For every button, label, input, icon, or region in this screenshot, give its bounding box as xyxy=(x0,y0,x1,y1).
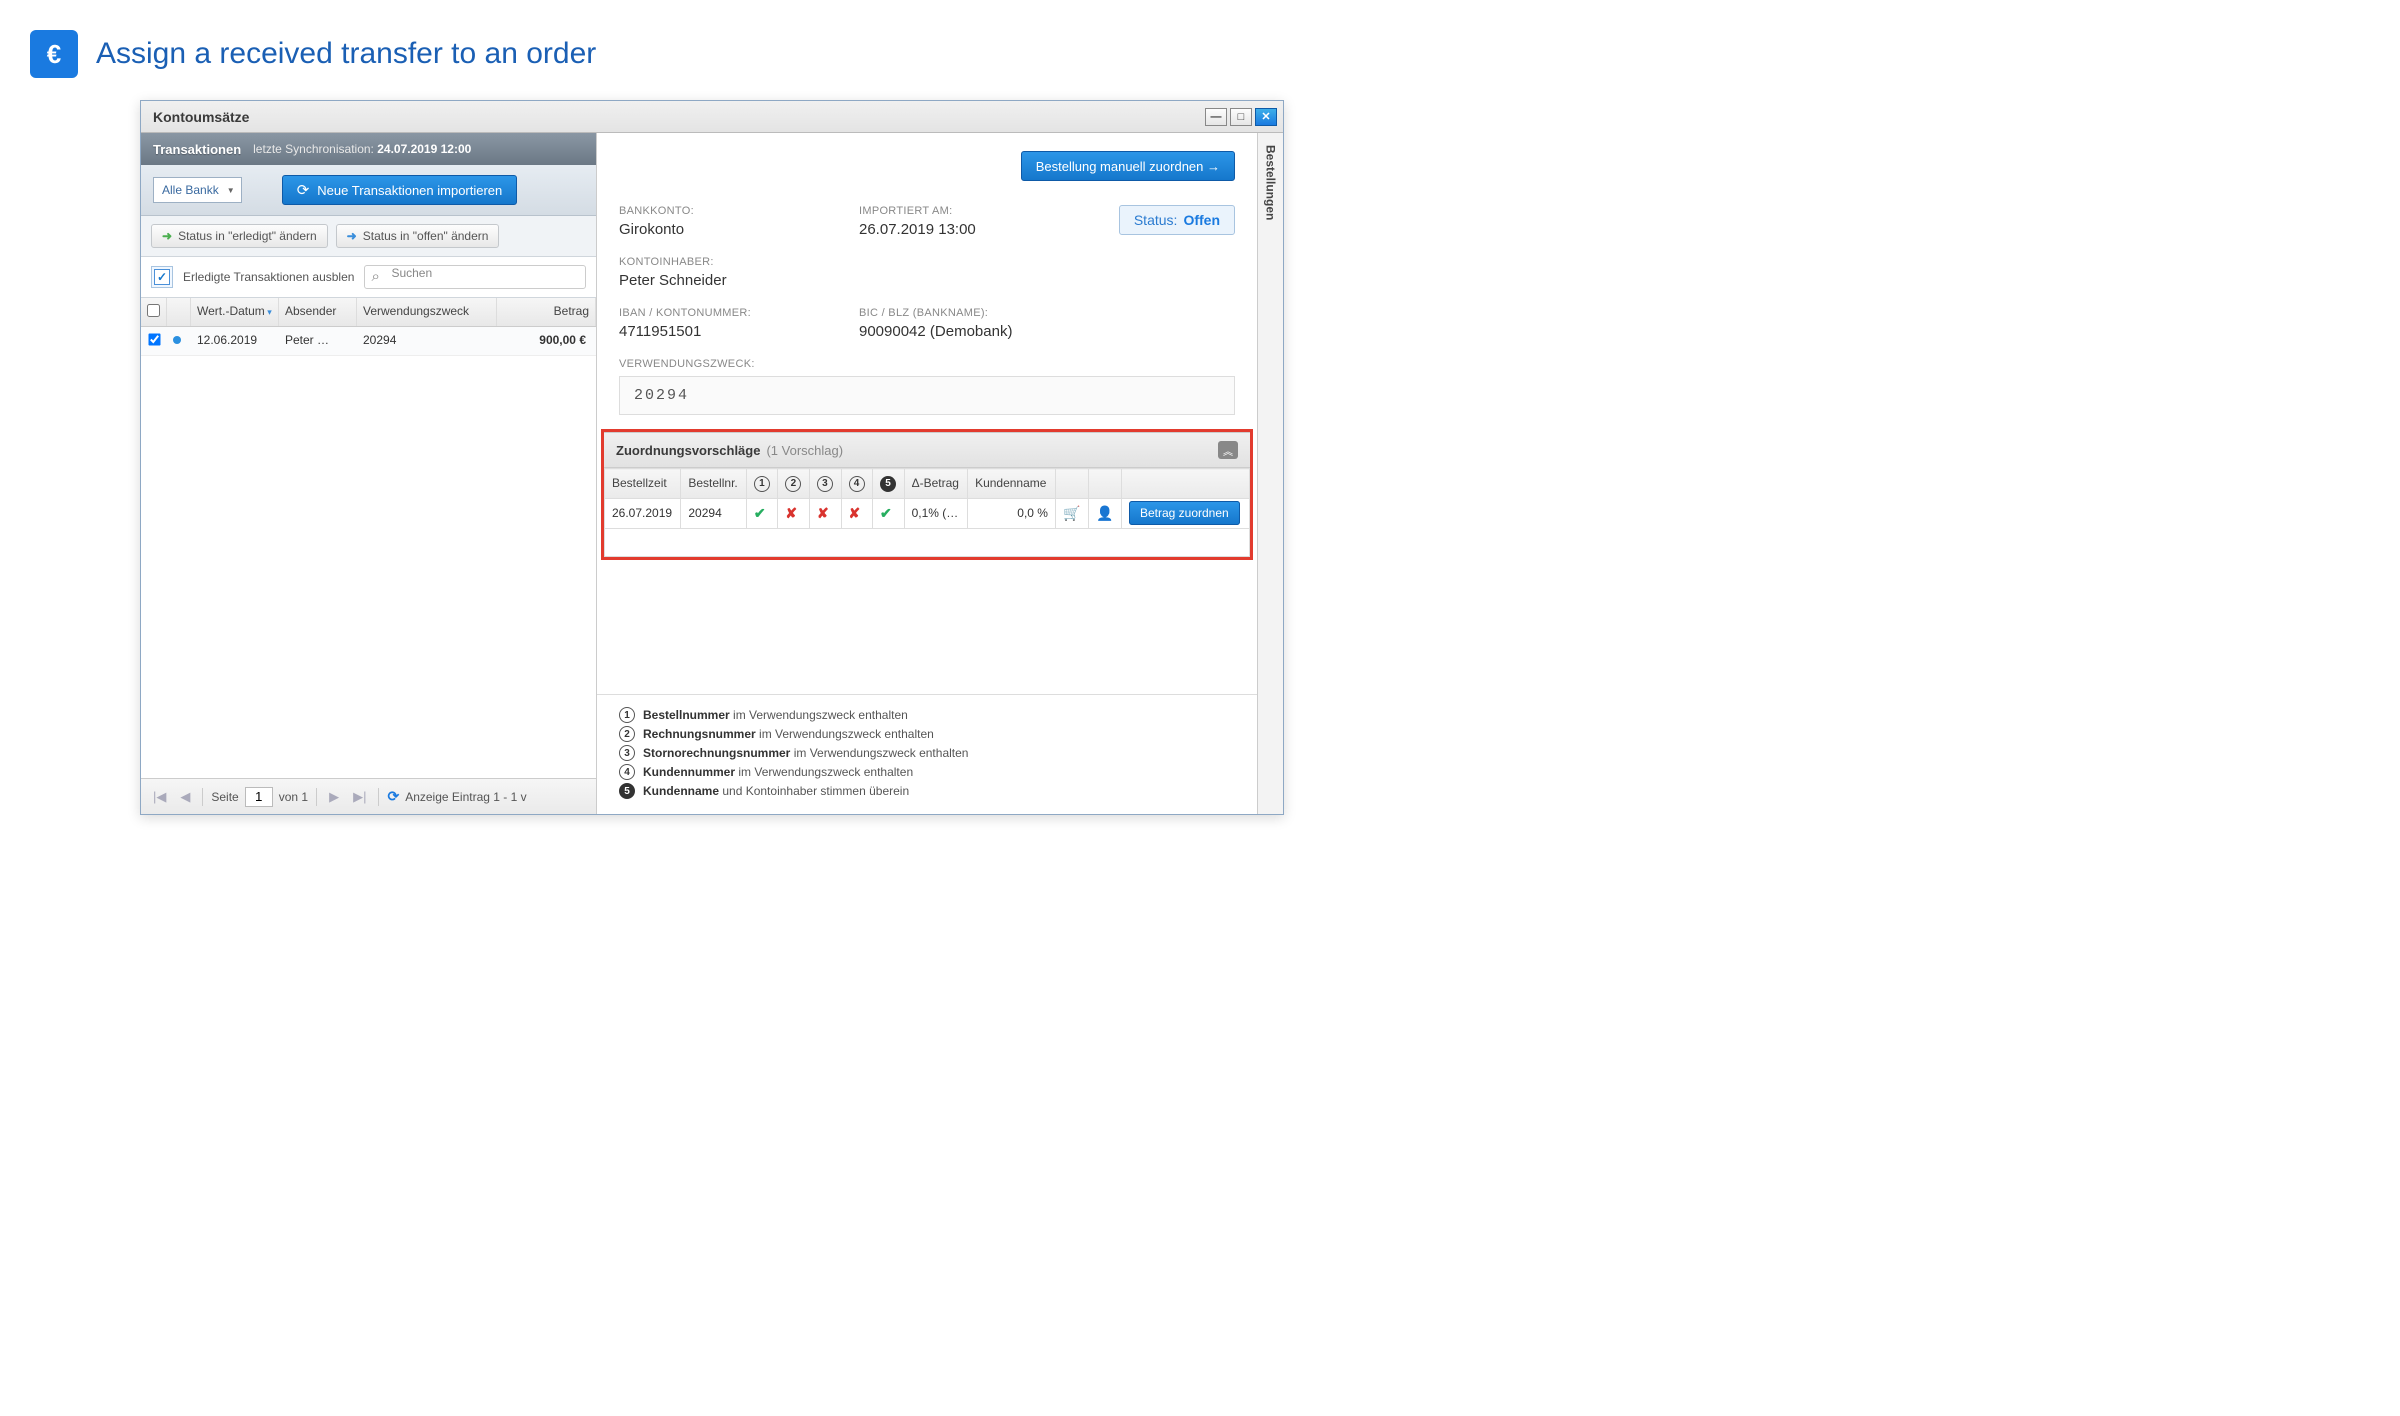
person-icon[interactable]: 👤 xyxy=(1096,505,1113,521)
col-crit-5: 5 xyxy=(873,469,905,499)
sugg-customer: 0,0 % xyxy=(968,498,1056,528)
status-dot-icon xyxy=(173,336,181,344)
reload-icon: ⟳ xyxy=(297,181,310,199)
bank-account-value: Girokonto xyxy=(619,221,859,238)
sugg-nr: 20294 xyxy=(681,498,746,528)
iban-label: IBAN / KONTONUMMER: xyxy=(619,307,859,319)
row-date: 12.06.2019 xyxy=(191,327,279,355)
row-checkbox[interactable] xyxy=(148,333,160,345)
pager-page-input[interactable] xyxy=(245,787,273,807)
bic-label: BIC / BLZ (BANKNAME): xyxy=(859,307,1099,319)
col-sender[interactable]: Absender xyxy=(279,298,357,326)
sync-label: letzte Synchronisation: xyxy=(253,142,374,156)
purpose-value: 20294 xyxy=(619,376,1235,415)
detail-pane: Bestellung manuell zuordnen → BANKKONTO:… xyxy=(597,133,1257,814)
pager-of-label: von 1 xyxy=(279,790,308,804)
status-toolbar: ➜Status in "erledigt" ändern ➜Status in … xyxy=(141,216,596,257)
import-transactions-button[interactable]: ⟳ Neue Transaktionen importieren xyxy=(282,175,518,205)
bank-account-label: BANKKONTO: xyxy=(619,205,859,217)
imported-label: IMPORTIERT AM: xyxy=(859,205,1099,217)
col-amount[interactable]: Betrag xyxy=(497,298,596,326)
row-purpose: 20294 xyxy=(357,327,497,355)
page-header: Assign a received transfer to an order xyxy=(0,0,1516,98)
transactions-pane: Transaktionen letzte Synchronisation: 24… xyxy=(141,133,597,814)
transactions-toolbar: Alle Bankk ⟳ Neue Transaktionen importie… xyxy=(141,165,596,216)
row-sender: Peter … xyxy=(279,327,357,355)
status-open-button[interactable]: ➜Status in "offen" ändern xyxy=(336,224,500,248)
kontoumsaetze-window: Kontoumsätze — □ ✕ Transaktionen letzte … xyxy=(140,100,1284,815)
bic-value: 90090042 (Demobank) xyxy=(859,323,1099,340)
pager-display-text: Anzeige Eintrag 1 - 1 v xyxy=(405,790,526,804)
pager-page-label: Seite xyxy=(211,790,238,804)
cart-icon[interactable]: 🛒 xyxy=(1063,505,1080,521)
search-input[interactable]: Suchen xyxy=(364,265,586,289)
pager-next[interactable]: ▶ xyxy=(325,789,343,805)
collapse-icon[interactable]: ︽ xyxy=(1218,441,1238,459)
col-purpose[interactable]: Verwendungszweck xyxy=(357,298,497,326)
pager-refresh-icon[interactable]: ⟳ xyxy=(387,788,399,805)
transaction-row[interactable]: 12.06.2019 Peter … 20294 900,00 € xyxy=(141,327,596,356)
col-customer[interactable]: Kundenname xyxy=(968,469,1056,499)
col-crit-2: 2 xyxy=(778,469,810,499)
col-bestellzeit[interactable]: Bestellzeit xyxy=(605,469,681,499)
arrow-right-blue-icon: ➜ xyxy=(347,229,357,243)
col-crit-1: 1 xyxy=(746,469,778,499)
purpose-label: VERWENDUNGSZWECK: xyxy=(619,358,1235,370)
transactions-title: Transaktionen xyxy=(153,142,241,157)
close-button[interactable]: ✕ xyxy=(1255,108,1277,126)
check-icon: ✔ xyxy=(880,505,892,521)
col-crit-4: 4 xyxy=(841,469,873,499)
suggestions-count: (1 Vorschlag) xyxy=(766,443,843,458)
select-all-checkbox[interactable] xyxy=(141,298,167,326)
holder-label: KONTOINHABER: xyxy=(619,256,859,268)
arrow-right-green-icon: ➜ xyxy=(162,229,172,243)
transactions-header: Transaktionen letzte Synchronisation: 24… xyxy=(141,133,596,165)
suggestions-title: Zuordnungsvorschläge xyxy=(616,443,760,458)
transactions-grid-header: Wert.-Datum Absender Verwendungszweck Be… xyxy=(141,298,596,327)
hide-done-label: Erledigte Transaktionen ausblen xyxy=(183,270,354,284)
holder-value: Peter Schneider xyxy=(619,272,859,289)
hide-done-checkbox[interactable]: ✓ xyxy=(151,266,173,288)
import-button-label: Neue Transaktionen importieren xyxy=(317,183,502,198)
account-dropdown[interactable]: Alle Bankk xyxy=(153,177,242,203)
suggestions-highlight: Zuordnungsvorschläge (1 Vorschlag) ︽ Bes… xyxy=(601,429,1253,560)
status-done-button[interactable]: ➜Status in "erledigt" ändern xyxy=(151,224,328,248)
minimize-button[interactable]: — xyxy=(1205,108,1227,126)
imported-value: 26.07.2019 13:00 xyxy=(859,221,1099,238)
sync-time: 24.07.2019 12:00 xyxy=(377,142,471,156)
col-bestellnr[interactable]: Bestellnr. xyxy=(681,469,746,499)
x-icon: ✘ xyxy=(817,505,829,521)
sugg-time: 26.07.2019 xyxy=(605,498,681,528)
window-titlebar: Kontoumsätze — □ ✕ xyxy=(141,101,1283,133)
assign-order-manual-button[interactable]: Bestellung manuell zuordnen → xyxy=(1021,151,1235,181)
side-tab-bestellungen[interactable]: Bestellungen xyxy=(1257,133,1283,814)
iban-value: 4711951501 xyxy=(619,323,859,340)
criteria-legend: 1Bestellnummer im Verwendungszweck entha… xyxy=(597,694,1257,814)
pager: |◀ ◀ Seite von 1 ▶ ▶| ⟳ Anzeige Eintrag … xyxy=(141,778,596,814)
suggestions-header: Zuordnungsvorschläge (1 Vorschlag) ︽ xyxy=(604,432,1250,468)
window-title: Kontoumsätze xyxy=(153,109,1202,125)
suggestions-grid: Bestellzeit Bestellnr. 1 2 3 4 5 Δ-Betra… xyxy=(604,468,1250,557)
maximize-button[interactable]: □ xyxy=(1230,108,1252,126)
filter-row: ✓ Erledigte Transaktionen ausblen Suchen xyxy=(141,257,596,298)
sugg-delta: 0,1% (… xyxy=(904,498,967,528)
x-icon: ✘ xyxy=(849,505,861,521)
page-title: Assign a received transfer to an order xyxy=(96,37,596,71)
row-amount: 900,00 € xyxy=(497,327,596,355)
assign-amount-button[interactable]: Betrag zuordnen xyxy=(1129,501,1240,525)
pager-prev[interactable]: ◀ xyxy=(176,789,194,805)
col-date[interactable]: Wert.-Datum xyxy=(191,298,279,326)
col-delta[interactable]: Δ-Betrag xyxy=(904,469,967,499)
x-icon: ✘ xyxy=(785,505,797,521)
pager-first[interactable]: |◀ xyxy=(149,789,170,805)
euro-icon xyxy=(30,30,78,78)
suggestion-row[interactable]: 26.07.2019 20294 ✔ ✘ ✘ ✘ ✔ 0,1% (… 0,0 %… xyxy=(605,498,1250,528)
check-icon: ✔ xyxy=(754,505,766,521)
col-crit-3: 3 xyxy=(809,469,841,499)
pager-last[interactable]: ▶| xyxy=(349,789,370,805)
status-badge: Status: Offen xyxy=(1119,205,1235,235)
